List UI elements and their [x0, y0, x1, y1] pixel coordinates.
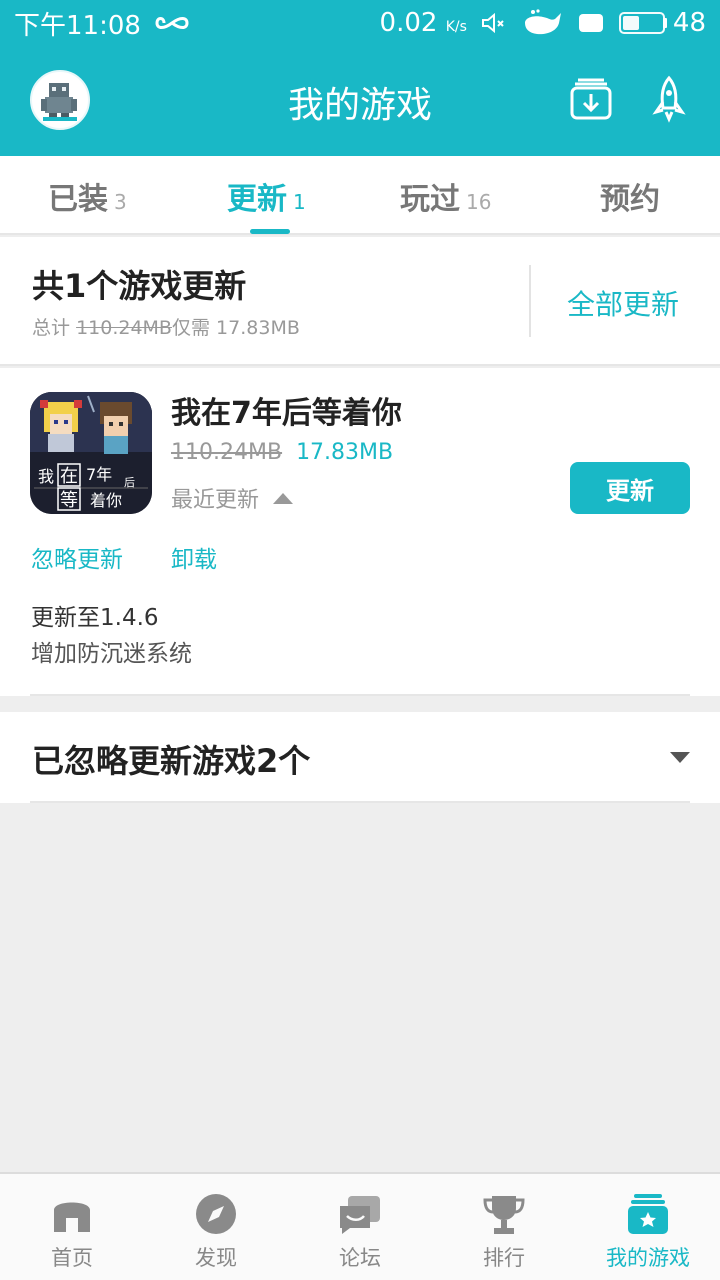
- tab-updates[interactable]: 更新 1: [227, 174, 306, 218]
- message-icon: [578, 14, 603, 32]
- tab-played[interactable]: 玩过 16: [400, 174, 491, 218]
- nav-ranking[interactable]: 排行: [432, 1174, 576, 1280]
- battery-indicator: 48: [618, 8, 706, 38]
- old-size: 110.24MB: [171, 440, 283, 465]
- game-icon[interactable]: 我 在 7年 后 等 着你: [30, 392, 152, 514]
- app-bar: 我的游戏: [0, 46, 720, 156]
- total-size: 110.24MB: [76, 317, 172, 339]
- compass-icon: [196, 1194, 236, 1234]
- battery-fill: [622, 16, 640, 30]
- forum-icon: [340, 1196, 380, 1234]
- divider: [30, 801, 690, 803]
- icon-text-1: 我: [38, 467, 54, 486]
- icon-text-4: 后: [124, 476, 135, 489]
- my-games-icon: [628, 1194, 668, 1234]
- divider: [529, 265, 531, 337]
- icon-text-5: 等: [60, 490, 78, 511]
- game-sizes: 110.24MB 17.83MB: [171, 440, 393, 465]
- uninstall-link[interactable]: 卸载: [171, 540, 217, 574]
- change-note: 增加防沉迷系统: [31, 641, 192, 667]
- nav-discover[interactable]: 发现: [144, 1174, 288, 1280]
- update-summary: 共1个游戏更新 总计 110.24MB仅需 17.83MB 全部更新: [0, 237, 720, 366]
- summary-title: 共1个游戏更新: [32, 267, 247, 305]
- recent-update-toggle[interactable]: 最近更新: [171, 482, 294, 514]
- update-all-button[interactable]: 全部更新: [567, 283, 679, 323]
- net-unit: K/s: [445, 19, 467, 35]
- bottom-nav: 首页 发现 论坛 排行 我的游戏: [0, 1172, 720, 1280]
- tab-bar: 已装 3 更新 1 玩过 16 预约: [0, 156, 720, 235]
- icon-text-3: 7年: [86, 465, 112, 484]
- rocket-icon[interactable]: [644, 74, 694, 124]
- nav-forum[interactable]: 论坛: [288, 1174, 432, 1280]
- chevron-down-icon[interactable]: [670, 752, 690, 763]
- infinity-icon: [155, 17, 189, 29]
- status-time: 下午11:08: [14, 10, 141, 41]
- summary-sizes: 总计 110.24MB仅需 17.83MB: [32, 317, 300, 339]
- new-size: 17.83MB: [296, 440, 394, 465]
- update-button[interactable]: 更新: [570, 462, 690, 514]
- chevron-up-icon: [273, 492, 294, 504]
- nav-home[interactable]: 首页: [0, 1174, 144, 1280]
- ignored-title: 已忽略更新游戏2个: [32, 742, 311, 780]
- mute-icon: [481, 12, 504, 34]
- tab-reserved[interactable]: 预约: [600, 174, 660, 218]
- game-update-card: 我 在 7年 后 等 着你 我在7年后等着你 110.24MB 17.83MB …: [0, 368, 720, 696]
- nav-my-games[interactable]: 我的游戏: [576, 1174, 720, 1280]
- ignored-updates-section[interactable]: 已忽略更新游戏2个: [0, 712, 720, 803]
- active-tab-indicator: [250, 229, 290, 234]
- net-speed: 0.02 K/s: [379, 8, 467, 38]
- divider: [30, 694, 690, 696]
- tab-installed[interactable]: 已装 3: [48, 174, 127, 218]
- ignore-update-link[interactable]: 忽略更新: [31, 540, 123, 574]
- trophy-icon: [483, 1196, 525, 1234]
- version-note: 更新至1.4.6: [31, 605, 159, 631]
- icon-text-2: 在: [60, 466, 78, 487]
- download-icon[interactable]: [566, 74, 616, 124]
- home-icon: [54, 1202, 90, 1232]
- need-size: 17.83MB: [216, 317, 300, 339]
- icon-text-6: 着你: [90, 491, 122, 510]
- status-bar: 下午11:08 0.02 K/s 48: [0, 0, 720, 46]
- battery-level: 48: [672, 8, 706, 38]
- whale-icon: [524, 9, 561, 35]
- game-art-icon: 我 在 7年 后 等 着你: [30, 392, 152, 514]
- game-name[interactable]: 我在7年后等着你: [171, 388, 402, 432]
